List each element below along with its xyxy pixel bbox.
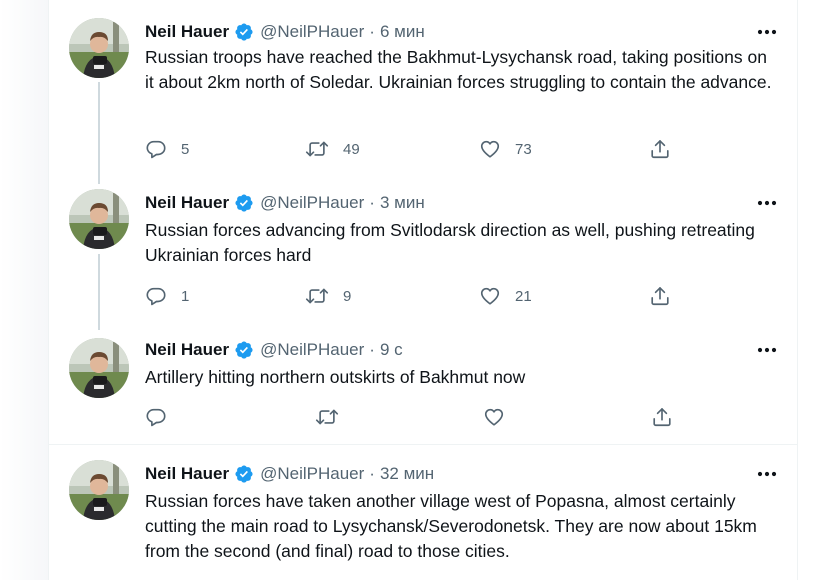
- tweet-text: Russian forces have taken another villag…: [145, 491, 757, 561]
- reply-icon: [145, 138, 167, 160]
- separator: ·: [369, 22, 375, 41]
- like-button[interactable]: 73: [479, 136, 532, 162]
- avatar[interactable]: [69, 460, 129, 520]
- verified-badge-icon: [234, 464, 254, 484]
- avatar[interactable]: [69, 18, 129, 78]
- separator: ·: [369, 340, 375, 359]
- tweet-text: Russian troops have reached the Bakhmut-…: [145, 47, 772, 92]
- verified-badge-icon: [234, 22, 254, 42]
- retweet-button[interactable]: 49: [305, 136, 360, 162]
- separator: ·: [369, 193, 375, 212]
- retweet-count: 49: [343, 140, 360, 158]
- reply-count: 1: [181, 287, 190, 305]
- retweet-icon: [315, 406, 339, 428]
- like-icon: [479, 285, 501, 307]
- page-background: [0, 0, 48, 580]
- author-name[interactable]: Neil Hauer: [145, 340, 229, 360]
- verified-badge-icon: [234, 193, 254, 213]
- tweet-header: Neil Hauer @NeilPHauer · 9 с: [145, 338, 403, 362]
- author-handle[interactable]: @NeilPHauer: [260, 340, 364, 360]
- like-count: 21: [515, 287, 532, 305]
- like-icon: [479, 138, 501, 160]
- more-options-icon[interactable]: [755, 464, 779, 484]
- verified-badge-icon: [234, 340, 254, 360]
- tweet-actions: 5 49 73: [145, 136, 785, 162]
- share-icon: [651, 406, 673, 428]
- reply-icon: [145, 285, 167, 307]
- timeline: Neil Hauer @NeilPHauer · 6 мин Russian t…: [48, 0, 798, 580]
- tweet-actions: 1 9 21: [145, 283, 785, 309]
- like-icon: [483, 406, 505, 428]
- tweet-header: Neil Hauer @NeilPHauer · 6 мин: [145, 20, 425, 44]
- author-name[interactable]: Neil Hauer: [145, 22, 229, 42]
- timestamp[interactable]: 32 мин: [380, 464, 434, 484]
- share-button[interactable]: [651, 404, 673, 430]
- retweet-icon: [305, 138, 329, 160]
- author-name[interactable]: Neil Hauer: [145, 193, 229, 213]
- tweet-actions: [145, 404, 785, 430]
- retweet-count: 9: [343, 287, 352, 305]
- tweet[interactable]: Neil Hauer @NeilPHauer · 6 мин Russian t…: [49, 18, 797, 180]
- author-handle[interactable]: @NeilPHauer: [260, 464, 364, 484]
- more-options-icon[interactable]: [755, 22, 779, 42]
- reply-count: 5: [181, 140, 190, 158]
- tweet[interactable]: Neil Hauer @NeilPHauer · 3 мин Russian f…: [49, 189, 797, 321]
- share-button[interactable]: [649, 283, 671, 309]
- more-options-icon[interactable]: [755, 340, 779, 360]
- reply-icon: [145, 406, 167, 428]
- share-icon: [649, 285, 671, 307]
- share-button[interactable]: [649, 136, 671, 162]
- author-handle[interactable]: @NeilPHauer: [260, 193, 364, 213]
- timestamp[interactable]: 9 с: [380, 340, 403, 360]
- like-button[interactable]: 21: [479, 283, 532, 309]
- tweet-header: Neil Hauer @NeilPHauer · 32 мин: [145, 462, 434, 486]
- retweet-button[interactable]: 9: [305, 283, 351, 309]
- separator: ·: [369, 464, 375, 483]
- retweet-icon: [305, 285, 329, 307]
- author-name[interactable]: Neil Hauer: [145, 464, 229, 484]
- more-options-icon[interactable]: [755, 193, 779, 213]
- tweet-divider: [49, 444, 797, 445]
- avatar[interactable]: [69, 338, 129, 398]
- timestamp[interactable]: 6 мин: [380, 22, 425, 42]
- tweet[interactable]: Neil Hauer @NeilPHauer · 9 с Artillery h…: [49, 338, 797, 438]
- timestamp[interactable]: 3 мин: [380, 193, 425, 213]
- reply-button[interactable]: 5: [145, 136, 189, 162]
- author-handle[interactable]: @NeilPHauer: [260, 22, 364, 42]
- retweet-button[interactable]: [315, 404, 339, 430]
- reply-button[interactable]: 1: [145, 283, 189, 309]
- tweet-text: Artillery hitting northern outskirts of …: [145, 367, 526, 387]
- share-icon: [649, 138, 671, 160]
- avatar[interactable]: [69, 189, 129, 249]
- tweet[interactable]: Neil Hauer @NeilPHauer · 32 мин Russian …: [49, 460, 797, 580]
- reply-button[interactable]: [145, 404, 167, 430]
- like-button[interactable]: [483, 404, 505, 430]
- tweet-header: Neil Hauer @NeilPHauer · 3 мин: [145, 191, 425, 215]
- tweet-text: Russian forces advancing from Svitlodars…: [145, 220, 755, 265]
- like-count: 73: [515, 140, 532, 158]
